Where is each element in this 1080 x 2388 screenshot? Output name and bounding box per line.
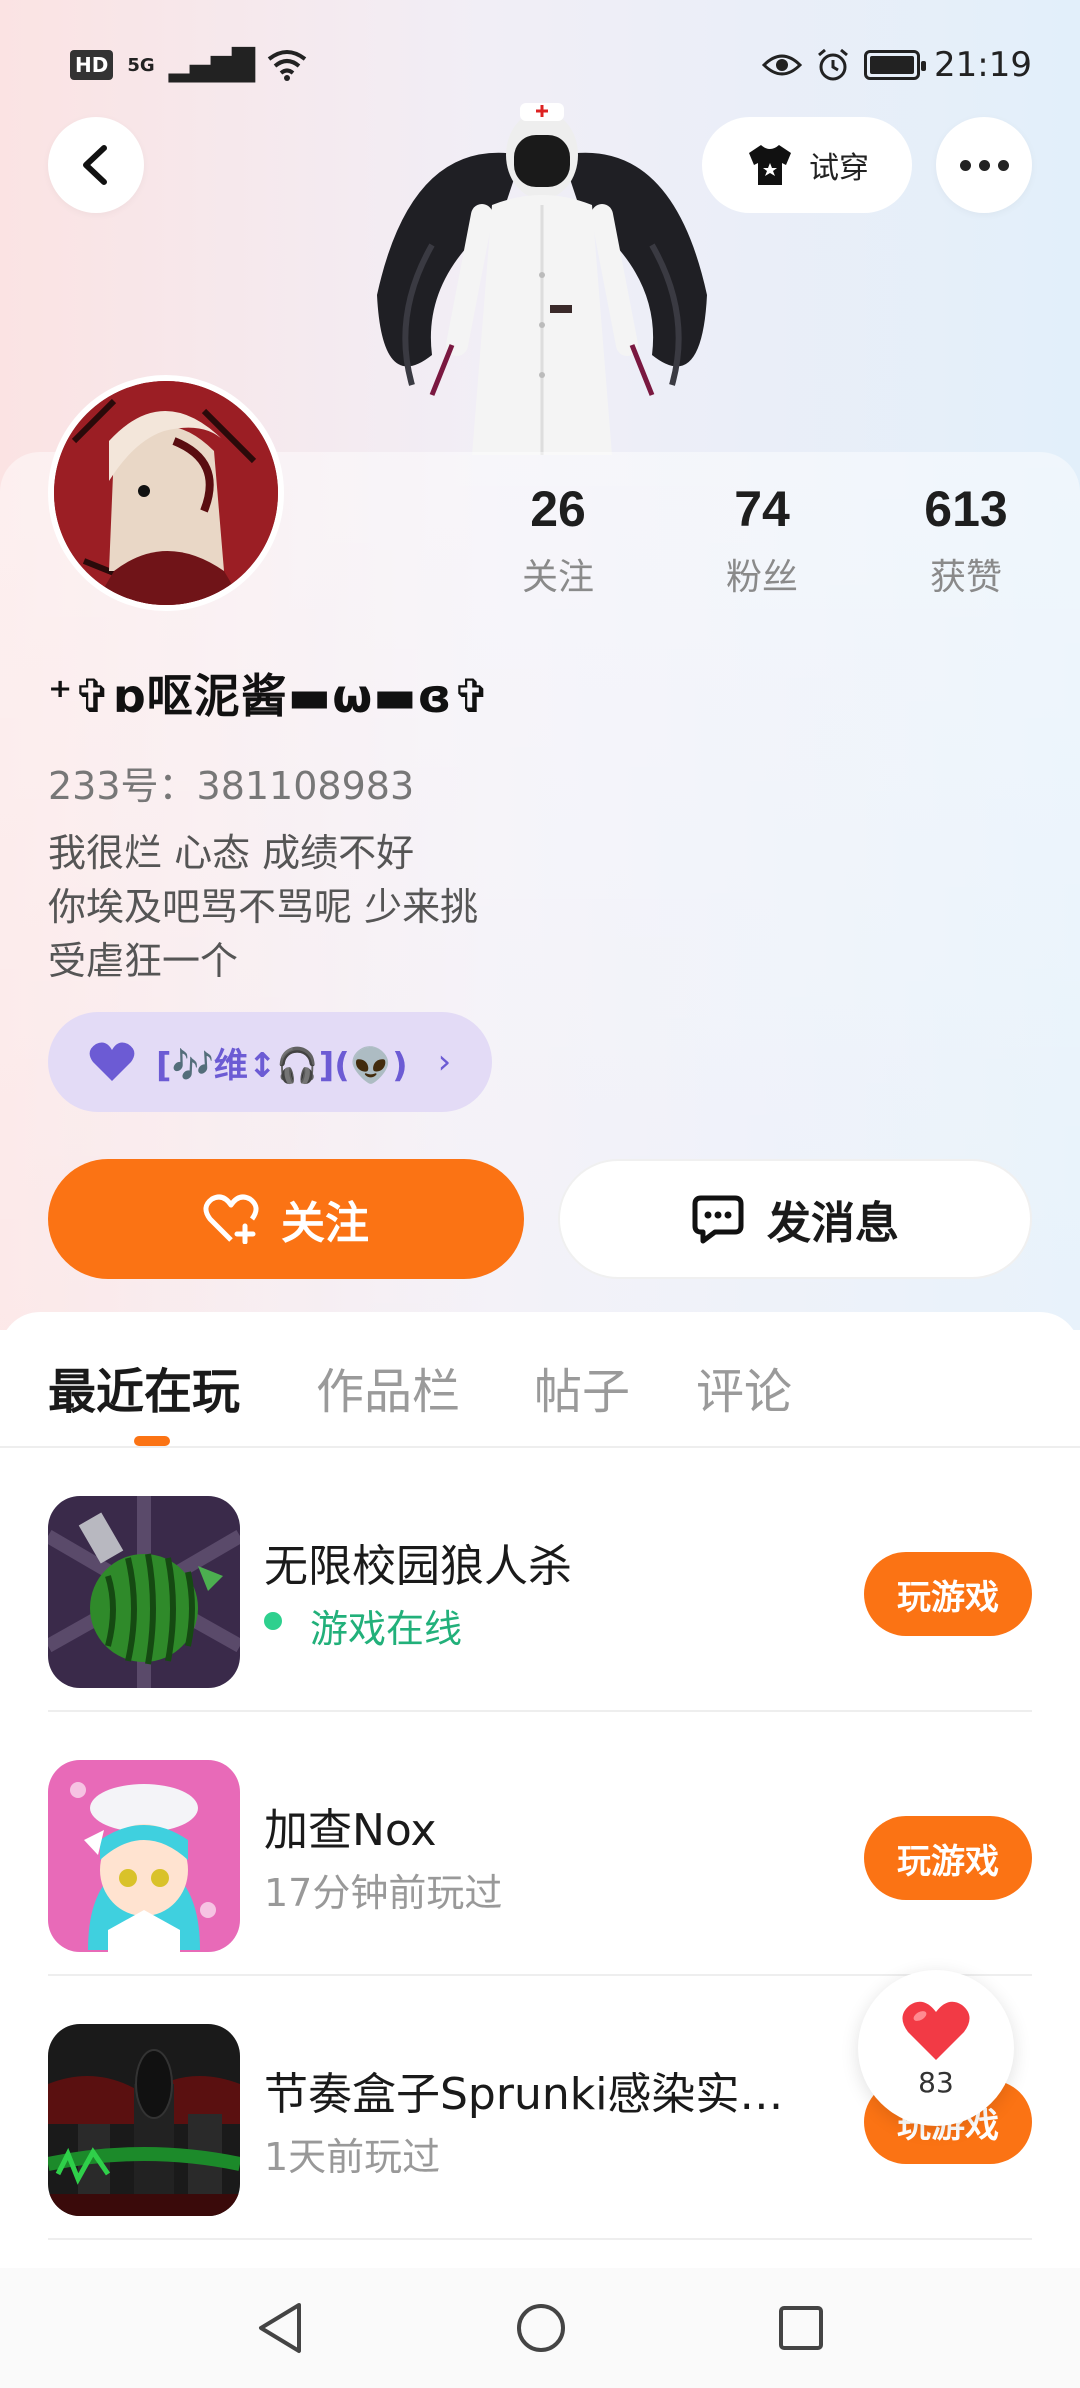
tshirt-icon [749, 145, 791, 185]
tab-comments[interactable]: 评论 [696, 1352, 792, 1422]
clock: 21:19 [934, 45, 1032, 85]
tab-works[interactable]: 作品栏 [316, 1352, 460, 1422]
followers-label: 粉丝 [725, 557, 798, 598]
bio-line: 受虐狂一个 [48, 939, 239, 983]
more-options-button[interactable] [936, 117, 1032, 213]
character-avatar-figure [377, 103, 707, 455]
game-status-text: 游戏在线 [310, 1607, 463, 1651]
bio-line: 你埃及吧骂不骂呢 少来挑 [48, 885, 479, 929]
signal-icon: ▂▄▆█ [168, 47, 255, 83]
user-bio: 我很烂 心态 成绩不好 你埃及吧骂不骂呢 少来挑 受虐狂一个 [48, 826, 478, 988]
try-on-label: 试穿 [809, 151, 869, 186]
follow-label: 关注 [281, 1198, 369, 1249]
floating-like-button[interactable]: 83 [858, 1970, 1014, 2126]
stat-likes[interactable]: 613 获赞 [886, 480, 1046, 600]
game-list-item[interactable]: 加查Nox 17分钟前玩过 玩游戏 [48, 1712, 1032, 1976]
username: ⁺✞ɒ呕泥酱▬ω▬ɞ✞ [48, 669, 492, 723]
back-button[interactable] [48, 117, 144, 213]
back-arrow-icon [83, 145, 107, 185]
relationship-tag[interactable]: [🎶维↕🎧](👽) › [48, 1012, 492, 1112]
online-dot [264, 1612, 282, 1630]
likes-label: 获赞 [929, 557, 1002, 598]
game-list-item[interactable]: 无限校园狼人杀 游戏在线 玩游戏 [48, 1448, 1032, 1712]
system-navigation-bar [0, 2268, 1080, 2388]
play-game-button[interactable]: 玩游戏 [864, 1816, 1032, 1900]
game-status: 游戏在线 [264, 1598, 462, 1653]
try-on-button[interactable]: 试穿 [702, 117, 912, 213]
follow-button[interactable]: 关注 [48, 1159, 524, 1279]
nav-recents-icon[interactable] [777, 2304, 825, 2352]
heart-plus-icon [203, 1194, 259, 1244]
red-heart-icon [902, 2001, 970, 2060]
following-label: 关注 [521, 557, 594, 598]
more-dots-icon [959, 159, 1009, 171]
network-label: 5G [127, 54, 155, 76]
alarm-icon [818, 48, 848, 81]
game-title: 加查Nox [264, 1805, 437, 1856]
wifi-icon [267, 50, 307, 81]
relationship-tag-text: [🎶维↕🎧](👽) [156, 1045, 408, 1086]
likes-count: 613 [924, 481, 1008, 537]
game-last-played: 1天前玩过 [264, 2135, 441, 2179]
game-icon [48, 2024, 240, 2216]
send-message-label: 发消息 [767, 1198, 899, 1249]
send-message-button[interactable]: 发消息 [558, 1159, 1032, 1279]
profile-stats: 26 关注 74 粉丝 613 获赞 [0, 480, 1080, 610]
followers-count: 74 [734, 481, 790, 537]
hd-badge: HD [70, 50, 114, 80]
stat-followers[interactable]: 74 粉丝 [682, 480, 842, 600]
tab-posts[interactable]: 帖子 [534, 1352, 630, 1422]
active-tab-indicator [134, 1436, 170, 1446]
profile-tabs: 最近在玩 作品栏 帖子 评论 [0, 1312, 1080, 1448]
heart-icon [89, 1042, 135, 1081]
like-count: 83 [918, 2065, 954, 2099]
user-id: 233号：381108983 [48, 764, 415, 808]
play-game-button[interactable]: 玩游戏 [864, 1552, 1032, 1636]
game-title: 无限校园狼人杀 [264, 1541, 572, 1592]
battery-icon [864, 50, 927, 80]
game-icon [48, 1496, 240, 1688]
nav-home-icon[interactable] [515, 2302, 567, 2354]
profile-content-panel: 最近在玩 作品栏 帖子 评论 无限校园狼人杀 游戏在线 玩游戏 加查Nox 17… [0, 1312, 1080, 2388]
bio-line: 我很烂 心态 成绩不好 [48, 831, 415, 875]
stat-following[interactable]: 26 关注 [478, 480, 638, 600]
eye-icon [762, 54, 803, 76]
nav-back-icon[interactable] [255, 2301, 305, 2355]
game-last-played: 17分钟前玩过 [264, 1871, 503, 1915]
following-count: 26 [530, 481, 586, 537]
chat-bubble-icon [692, 1195, 744, 1244]
chevron-right-icon: › [437, 1042, 452, 1082]
tab-recently-played[interactable]: 最近在玩 [48, 1352, 240, 1422]
game-title: 节奏盒子Sprunki感染实… [264, 2069, 784, 2120]
game-icon [48, 1760, 240, 1952]
